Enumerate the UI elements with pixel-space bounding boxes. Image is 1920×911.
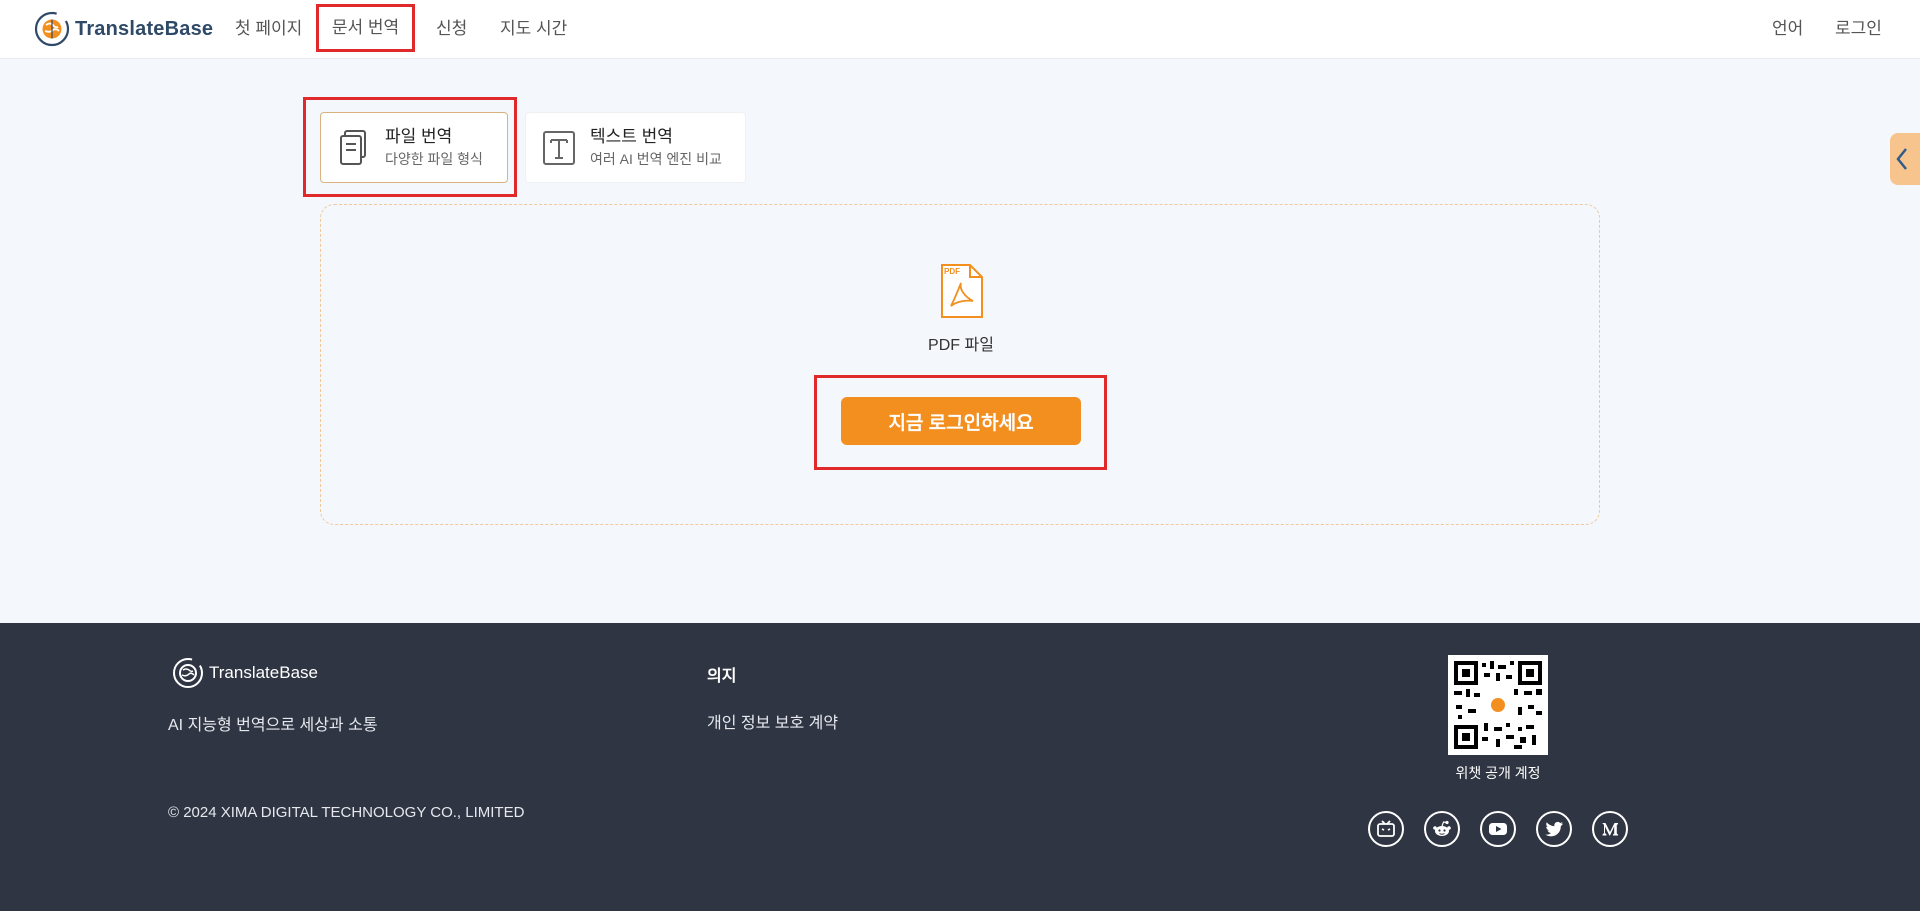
file-type-label: PDF 파일 [928,337,994,354]
medium-icon [1602,823,1618,836]
brand-logo[interactable]: TranslateBase [33,10,213,48]
document-icon [340,129,366,165]
tab-text-subtitle: 여러 AI 번역 엔진 비교 [590,150,722,167]
globe-logo-icon [173,658,203,688]
upload-dropzone[interactable]: PDF PDF 파일 지금 로그인하세요 [320,204,1600,525]
youtube-link[interactable] [1480,811,1516,847]
footer-copyright: © 2024 XIMA DIGITAL TECHNOLOGY CO., LIMI… [168,804,525,821]
text-t-icon [543,130,575,165]
qr-caption: 위챗 공개 계정 [1455,765,1541,781]
footer-brand-name: TranslateBase [209,663,318,682]
twitter-icon [1545,821,1563,837]
tab-file-translation[interactable]: 파일 번역 다양한 파일 형식 [320,112,508,183]
login-now-button[interactable]: 지금 로그인하세요 [841,397,1081,445]
footer-slogan: AI 지능형 번역으로 세상과 소통 [168,717,378,734]
youtube-icon [1489,823,1507,835]
top-header: TranslateBase 첫 페이지 문서 번역 신청 지도 시간 언어 로그… [0,0,1920,59]
footer-logo[interactable]: TranslateBase [172,657,318,689]
tab-text-title: 텍스트 번역 [590,126,673,146]
bilibili-link[interactable] [1368,811,1404,847]
bilibili-icon [1377,820,1395,837]
qr-code-icon [1454,661,1542,749]
medium-link[interactable] [1592,811,1628,847]
pdf-badge: PDF [944,267,960,276]
pdf-file-icon: PDF [941,264,983,318]
language-selector[interactable]: 언어 [1772,0,1803,59]
reddit-icon [1433,820,1451,836]
twitter-link[interactable] [1536,811,1572,847]
reddit-link[interactable] [1424,811,1460,847]
footer-section-title: 의지 [707,668,737,685]
tab-text-translation[interactable]: 텍스트 번역 여러 AI 번역 엔진 비교 [525,112,746,183]
login-link[interactable]: 로그인 [1835,0,1882,59]
nav-tutorial[interactable]: 지도 시간 [500,0,567,59]
nav-document-translation[interactable]: 문서 번역 [316,4,415,52]
site-footer: TranslateBase AI 지능형 번역으로 세상과 소통 © 2024 … [0,623,1920,911]
chevron-left-icon [1896,148,1907,170]
wechat-qr-code [1448,655,1548,755]
tab-file-title: 파일 번역 [385,126,453,146]
nav-apply[interactable]: 신청 [436,0,467,59]
tab-file-subtitle: 다양한 파일 형식 [385,150,483,167]
privacy-policy-link[interactable]: 개인 정보 보호 계약 [707,709,838,733]
brand-name: TranslateBase [75,17,214,40]
side-panel-toggle[interactable] [1890,133,1920,185]
nav-home[interactable]: 첫 페이지 [235,0,302,59]
globe-logo-icon [34,11,70,47]
